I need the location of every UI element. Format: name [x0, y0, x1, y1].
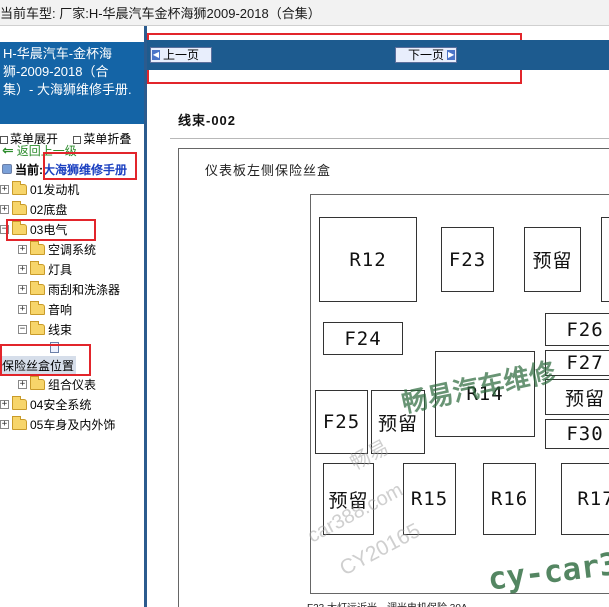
folder-icon	[30, 375, 45, 390]
reserved-slot-4: 预留	[323, 463, 374, 535]
page-nav-bar: ◀ 上一页 下一页 ▶	[147, 40, 609, 70]
collapse-minus-icon[interactable]: −	[0, 224, 9, 234]
expand-plus-icon[interactable]: +	[18, 284, 27, 294]
expand-plus-icon[interactable]: +	[0, 204, 9, 214]
folder-icon	[30, 260, 45, 275]
relay-r12: R12	[319, 217, 417, 302]
fuse-f30: F30	[545, 419, 609, 449]
folder-open-icon	[12, 220, 27, 235]
divider	[170, 138, 609, 139]
folder-icon	[30, 240, 45, 255]
current-node: 当前: 大海狮维修手册	[2, 160, 127, 178]
fuse-f25: F25	[315, 390, 368, 454]
title-bar: 当前车型: 厂家:H-华晨汽车金杯海狮2009-2018（合集）	[0, 0, 609, 26]
reserved-slot-1: 预留	[524, 227, 581, 292]
relay-r14: R14	[435, 351, 535, 437]
manual-icon	[2, 164, 12, 174]
reserved-slot-2: 预留	[371, 390, 425, 454]
back-arrow-icon: ⇐	[2, 141, 14, 158]
expand-plus-icon[interactable]: +	[18, 244, 27, 254]
folder-icon	[30, 300, 45, 315]
tree-item-audio[interactable]: + 音响	[18, 300, 72, 318]
current-node-label: 大海狮维修手册	[43, 162, 128, 177]
folder-icon	[12, 415, 27, 430]
diagram-title: 仪表板左侧保险丝盒	[205, 163, 332, 178]
tree-item-body[interactable]: +05车身及内外饰	[0, 415, 115, 433]
tree-item-fuse-location[interactable]: 保险丝盒位置	[0, 355, 77, 375]
folder-icon	[12, 200, 27, 215]
tree-item-wipers[interactable]: + 雨刮和洗涤器	[18, 280, 120, 298]
relay-r15: R15	[403, 463, 456, 535]
next-page-button[interactable]: 下一页 ▶	[395, 47, 458, 63]
arrow-left-icon: ◀	[152, 50, 160, 60]
tree-item-ac[interactable]: + 空调系统	[18, 240, 96, 258]
fuse-f23: F23	[441, 227, 494, 292]
page-icon	[50, 341, 59, 353]
vehicle-title: 当前车型: 厂家:H-华晨汽车金杯海狮2009-2018（合集）	[0, 6, 321, 21]
prev-page-button[interactable]: ◀ 上一页	[150, 47, 213, 63]
collapse-all-button[interactable]: 菜单折叠	[73, 132, 137, 146]
expand-plus-icon[interactable]: +	[0, 184, 9, 194]
tree-item-harness[interactable]: − 线束	[18, 320, 72, 338]
arrow-right-icon: ▶	[447, 50, 456, 60]
tree-item-lights[interactable]: + 灯具	[18, 260, 72, 278]
folder-icon	[30, 280, 45, 295]
relay-partial	[601, 217, 609, 302]
folder-icon	[12, 395, 27, 410]
fuse-f24: F24	[323, 322, 403, 355]
reserved-slot-3: 预留	[545, 379, 609, 415]
relay-r17: R17	[561, 463, 609, 535]
tree-item-instrument[interactable]: + 组合仪表	[18, 375, 96, 393]
fuse-box-diagram: 仪表板左侧保险丝盒 R12 F23 预留 F24 R14 F26 F27 预留 …	[178, 148, 609, 607]
expand-plus-icon[interactable]: +	[18, 264, 27, 274]
fuse-box-outline: R12 F23 预留 F24 R14 F26 F27 预留 F30 F25 预留…	[310, 194, 609, 594]
tree-item-electrical[interactable]: −03电气	[0, 220, 67, 238]
expand-plus-icon[interactable]: +	[0, 419, 9, 429]
back-link[interactable]: ⇐ 返回上一级	[2, 141, 77, 159]
folder-open-icon	[30, 320, 45, 335]
diagram-footnote: F23 大灯远近光、调光电机保险 30A	[307, 599, 468, 607]
folder-icon	[12, 180, 27, 195]
page-node[interactable]	[50, 338, 59, 356]
expand-plus-icon[interactable]: +	[18, 304, 27, 314]
tree-item-safety[interactable]: +04安全系统	[0, 395, 91, 413]
expand-plus-icon[interactable]: +	[18, 379, 27, 389]
fuse-f27: F27	[545, 350, 609, 376]
fuse-f26: F26	[545, 313, 609, 346]
section-title: 线束-002	[178, 113, 237, 128]
expand-plus-icon[interactable]: +	[0, 399, 9, 409]
relay-r16: R16	[483, 463, 536, 535]
collapse-minus-icon[interactable]: −	[18, 324, 27, 334]
manual-title: H-华晨汽车-金杯海 狮-2009-2018（合 集）- 大海狮维修手册.	[0, 42, 144, 124]
sidebar: H-华晨汽车-金杯海 狮-2009-2018（合 集）- 大海狮维修手册. 菜单…	[0, 26, 147, 607]
tree-item-chassis[interactable]: +02底盘	[0, 200, 67, 218]
tree-item-engine[interactable]: +01发动机	[0, 180, 79, 198]
